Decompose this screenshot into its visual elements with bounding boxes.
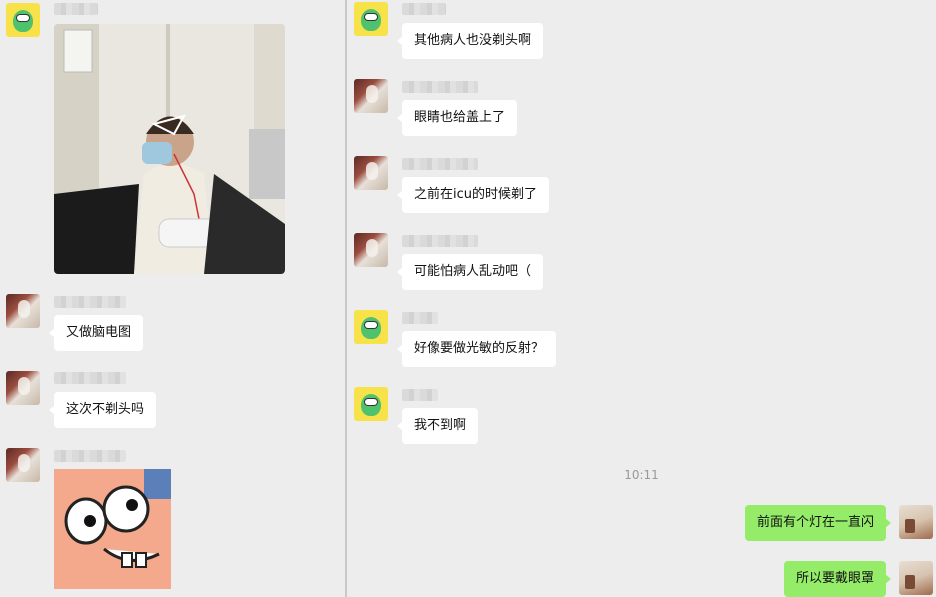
avatar[interactable] xyxy=(354,79,388,113)
avatar[interactable] xyxy=(354,310,388,344)
message-bubble[interactable]: 其他病人也没剃头啊 xyxy=(396,23,544,59)
eeg-photo-image xyxy=(54,24,285,274)
left-chat-pane: 又做脑电图 这次不剃头吗 xyxy=(0,0,345,597)
patrick-sticker-image xyxy=(54,469,171,589)
my-message-bubble[interactable]: 所以要戴眼罩 xyxy=(783,561,892,597)
avatar[interactable] xyxy=(6,371,40,405)
message-text: 之前在icu的时候剃了 xyxy=(414,187,537,202)
right-chat-pane: 其他病人也没剃头啊 眼睛也给盖上了 之前在icu的时候剃了 可能怕病人乱动吧（ … xyxy=(347,0,936,597)
sender-nickname-blurred xyxy=(54,450,126,462)
message-timestamp: 10:11 xyxy=(624,468,659,482)
message-bubble[interactable]: 之前在icu的时候剃了 xyxy=(397,177,549,213)
sender-nickname-blurred xyxy=(402,389,438,401)
sender-nickname-blurred xyxy=(54,296,126,308)
message-text: 可能怕病人乱动吧（ xyxy=(414,264,532,279)
sender-nickname-blurred xyxy=(54,3,98,15)
avatar[interactable] xyxy=(6,294,40,328)
my-message-bubble[interactable]: 前面有个灯在一直闪 xyxy=(744,505,892,541)
message-bubble[interactable]: 这次不剃头吗 xyxy=(48,392,157,428)
sender-nickname-blurred xyxy=(402,312,438,324)
message-bubble[interactable]: 可能怕病人乱动吧（ xyxy=(396,254,544,290)
avatar[interactable] xyxy=(6,3,40,37)
avatar[interactable] xyxy=(354,2,388,36)
message-bubble[interactable]: 眼睛也给盖上了 xyxy=(396,100,518,136)
sender-nickname-blurred xyxy=(54,372,126,384)
image-message[interactable] xyxy=(54,24,285,274)
my-avatar[interactable] xyxy=(899,505,933,539)
message-text: 又做脑电图 xyxy=(66,325,132,340)
message-text: 我不到啊 xyxy=(414,418,467,433)
avatar[interactable] xyxy=(354,387,388,421)
avatar[interactable] xyxy=(6,448,40,482)
message-bubble[interactable]: 又做脑电图 xyxy=(48,315,144,351)
sender-nickname-blurred xyxy=(402,235,478,247)
message-text: 这次不剃头吗 xyxy=(66,402,145,417)
sender-nickname-blurred xyxy=(402,158,478,170)
message-bubble[interactable]: 我不到啊 xyxy=(396,408,479,444)
sticker-message[interactable] xyxy=(54,469,171,589)
message-text: 所以要戴眼罩 xyxy=(795,571,874,586)
message-bubble[interactable]: 好像要做光敏的反射？ xyxy=(396,331,557,367)
message-text: 其他病人也没剃头啊 xyxy=(414,33,532,48)
sender-nickname-blurred xyxy=(402,3,446,15)
avatar[interactable] xyxy=(354,156,388,190)
message-text: 前面有个灯在一直闪 xyxy=(756,515,874,530)
message-text: 眼睛也给盖上了 xyxy=(414,110,506,125)
message-text: 好像要做光敏的反射？ xyxy=(414,341,545,356)
sender-nickname-blurred xyxy=(402,81,478,93)
my-avatar[interactable] xyxy=(899,561,933,595)
avatar[interactable] xyxy=(354,233,388,267)
